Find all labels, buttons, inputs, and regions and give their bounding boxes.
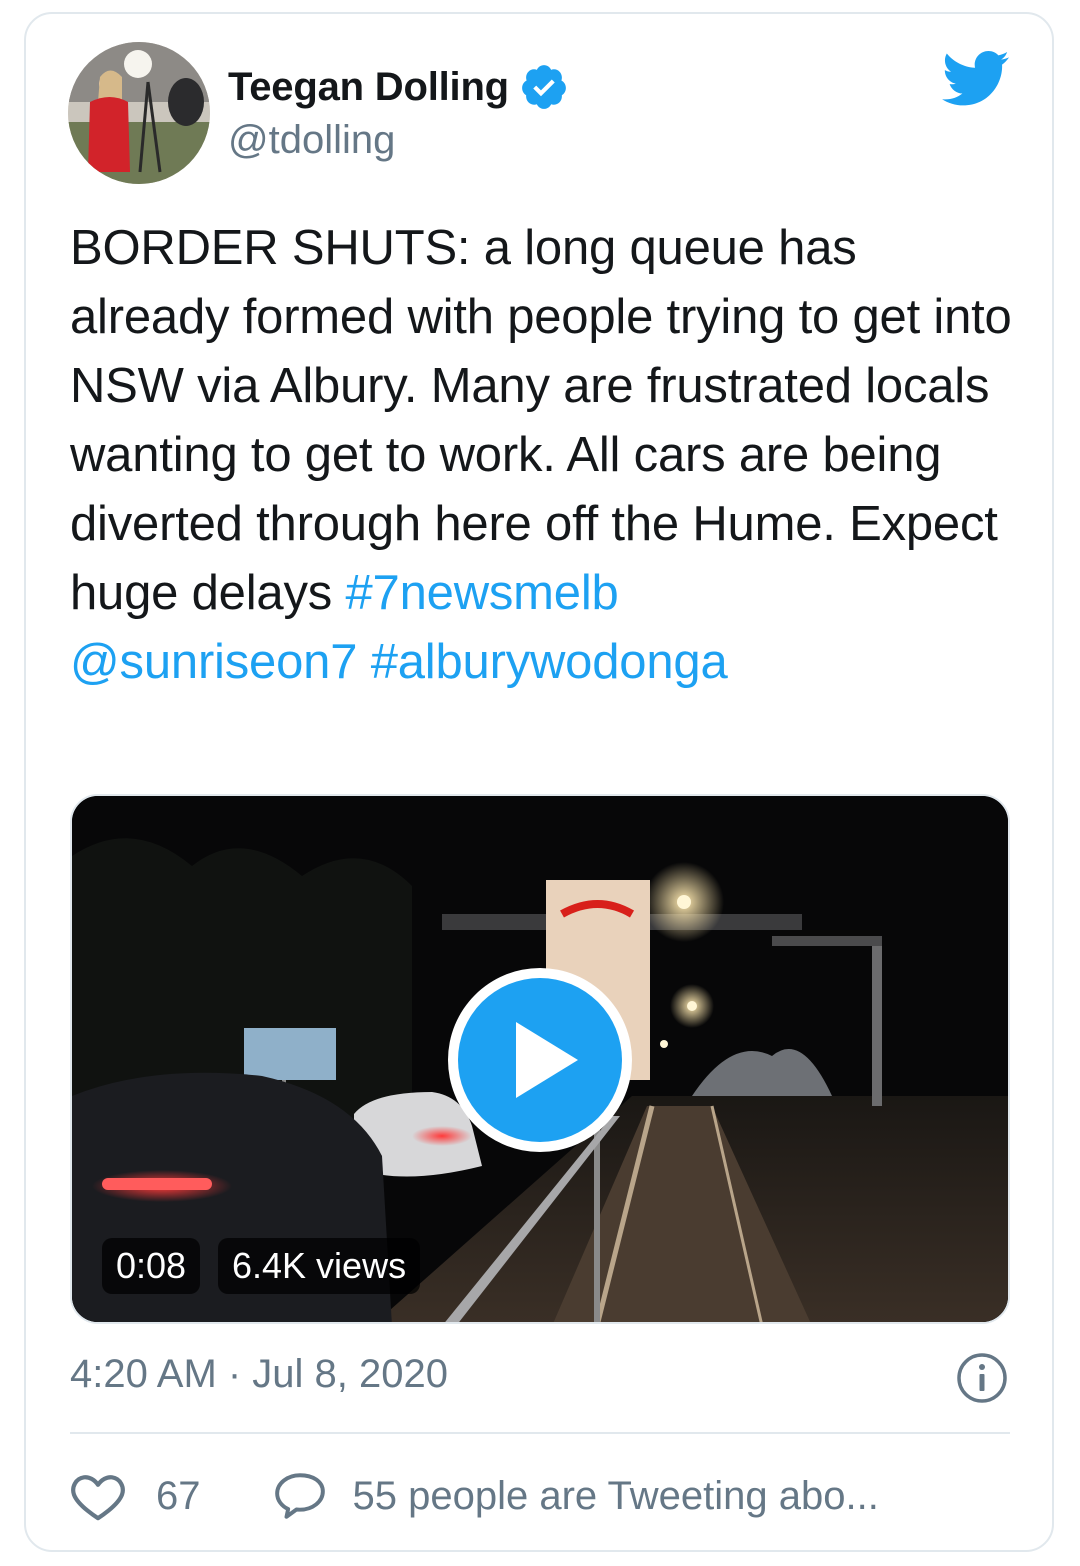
play-icon[interactable] bbox=[444, 964, 636, 1156]
avatar[interactable] bbox=[68, 42, 210, 184]
tweet-text: BORDER SHUTS: a long queue has already f… bbox=[70, 214, 1020, 697]
display-name[interactable]: Teegan Dolling bbox=[228, 65, 509, 110]
tweet-timestamp[interactable]: 4:20 AM · Jul 8, 2020 bbox=[70, 1352, 448, 1397]
discussion-link[interactable]: 55 people are Tweeting abo... bbox=[353, 1474, 879, 1519]
hashtag-7newsmelb[interactable]: #7newsmelb bbox=[345, 566, 618, 620]
like-count: 67 bbox=[156, 1473, 201, 1518]
video-duration: 0:08 bbox=[102, 1238, 201, 1294]
tweet-body: BORDER SHUTS: a long queue has already f… bbox=[70, 221, 1012, 620]
speech-bubble-icon[interactable] bbox=[273, 1471, 327, 1521]
author-handle[interactable]: @tdolling bbox=[228, 118, 395, 163]
hashtag-alburywodonga[interactable]: #alburywodonga bbox=[371, 635, 728, 689]
engagement-bar: 67 55 people are Tweeting abo... bbox=[70, 1466, 879, 1526]
mention-sunriseon7[interactable]: @sunriseon7 bbox=[70, 635, 357, 689]
profile-photo bbox=[68, 42, 210, 184]
twitter-bird-icon[interactable] bbox=[942, 50, 1010, 108]
info-icon[interactable] bbox=[956, 1352, 1008, 1404]
video-views: 6.4K views bbox=[218, 1238, 421, 1294]
heart-icon[interactable] bbox=[70, 1470, 126, 1522]
divider bbox=[70, 1432, 1010, 1434]
verified-badge-icon bbox=[522, 65, 566, 109]
author-name-row[interactable]: Teegan Dolling bbox=[228, 62, 569, 112]
